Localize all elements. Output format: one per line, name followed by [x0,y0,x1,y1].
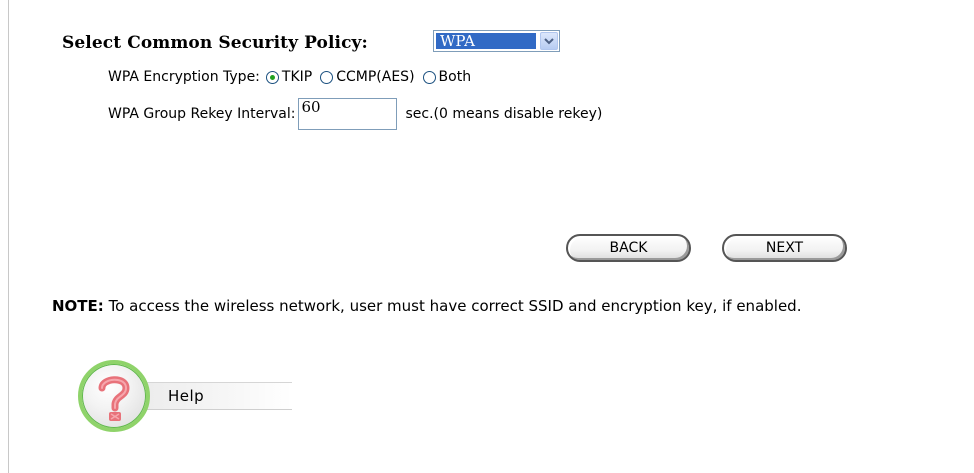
radio-ccmp-label: CCMP(AES) [336,69,415,85]
back-button[interactable]: BACK [566,234,691,262]
chevron-down-icon[interactable] [540,32,558,50]
encryption-type-label: WPA Encryption Type: [108,69,260,85]
radio-option-tkip[interactable]: TKIP [265,69,313,85]
help-button[interactable]: Help [78,360,292,432]
security-policy-selected-value: WPA [436,33,536,49]
rekey-interval-label: WPA Group Rekey Interval: [108,106,296,122]
next-button[interactable]: NEXT [722,234,847,262]
radio-option-both[interactable]: Both [422,69,472,85]
security-policy-row: Select Common Security Policy: [62,30,368,56]
radio-option-ccmp[interactable]: CCMP(AES) [320,69,415,85]
rekey-interval-input[interactable]: 60 [297,98,397,130]
help-tab[interactable]: Help [142,382,292,410]
back-button-label: BACK [609,240,648,256]
radio-ccmp[interactable] [320,70,334,84]
rekey-interval-value: 60 [301,98,321,116]
help-circle[interactable] [78,360,150,432]
left-border [8,0,9,473]
rekey-interval-row: WPA Group Rekey Interval: 60 sec.(0 mean… [108,94,602,134]
radio-tkip[interactable] [265,70,279,84]
security-policy-select[interactable]: WPA [433,30,560,52]
radio-both[interactable] [422,70,436,84]
encryption-type-row: WPA Encryption Type: TKIP CCMP(AES) Both [108,66,479,88]
note-prefix: NOTE: [52,297,104,315]
security-policy-label: Select Common Security Policy: [62,33,368,53]
question-mark-icon [98,376,130,421]
note-text: NOTE: To access the wireless network, us… [52,296,812,317]
help-label: Help [168,387,205,405]
radio-both-label: Both [438,69,472,85]
radio-tkip-label: TKIP [281,69,313,85]
rekey-interval-suffix: sec.(0 means disable rekey) [405,106,603,122]
next-button-label: NEXT [765,240,804,256]
note-body: To access the wireless network, user mus… [103,297,802,315]
